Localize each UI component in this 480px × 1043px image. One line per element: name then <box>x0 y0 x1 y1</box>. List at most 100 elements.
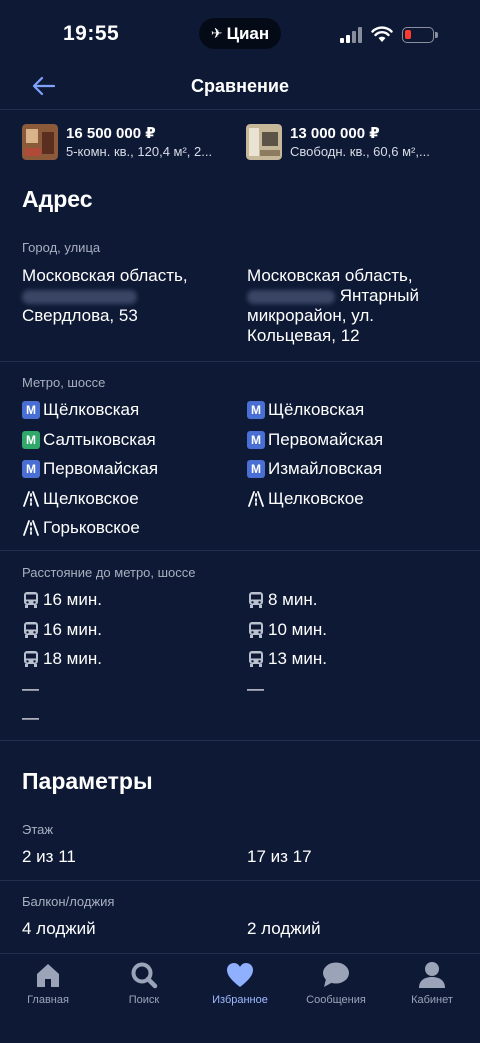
metro-row: M Первомайская <box>22 458 158 480</box>
listing-price: 16 500 000 ₽ <box>66 125 156 142</box>
listing-card-1[interactable]: 16 500 000 ₽ 5-комн. кв., 120,4 м², 2... <box>22 124 236 164</box>
distance-row: 8 мин. <box>247 589 317 611</box>
distance-value: 16 мин. <box>43 590 102 609</box>
metro-row: Щелковское <box>247 488 364 510</box>
bus-icon <box>22 650 40 668</box>
address-col-2: Московская область, Янтарный микрорайон,… <box>247 266 420 345</box>
section-title-params: Параметры <box>22 768 153 794</box>
metro-name: Горьковское <box>43 518 140 537</box>
hidden-address-part <box>247 289 335 304</box>
distance-value: 8 мин. <box>268 590 318 609</box>
metro-row: Щелковское <box>22 488 139 510</box>
distance-row: — <box>247 678 264 700</box>
tab-home[interactable]: Главная <box>0 960 96 1006</box>
metro-icon: M <box>247 460 265 478</box>
metro-row: M Первомайская <box>247 429 383 451</box>
bus-icon <box>22 621 40 639</box>
cian-logo-icon: ✈ <box>210 25 223 41</box>
metro-name: Первомайская <box>268 429 384 449</box>
cellular-signal-icon <box>340 27 364 43</box>
metro-row: M Измайловская <box>247 458 382 480</box>
battery-icon <box>402 27 438 43</box>
metro-row: M Салтыковская <box>22 429 156 451</box>
metro-icon: M <box>22 460 40 478</box>
metro-icon: M <box>22 401 40 419</box>
distance-value: 10 мин. <box>268 619 327 639</box>
listing-card-2[interactable]: 13 000 000 ₽ Свободн. кв., 60,6 м²,... <box>246 124 462 164</box>
bus-icon <box>247 650 265 668</box>
compared-listings: 16 500 000 ₽ 5-комн. кв., 120,4 м², 2...… <box>22 124 462 164</box>
wifi-icon <box>371 26 393 42</box>
distance-label: Расстояние до метро, шоссе <box>22 565 196 580</box>
search-icon <box>131 962 158 989</box>
distance-row: 18 мин. <box>22 648 102 670</box>
highway-icon <box>22 519 40 537</box>
metro-row: M Щёлковская <box>247 399 364 421</box>
metro-name: Первомайская <box>43 459 159 478</box>
divider <box>0 550 480 551</box>
floor-value-1: 2 из 11 <box>22 847 76 866</box>
metro-name: Измайловская <box>268 459 383 478</box>
distance-row: 13 мин. <box>247 648 327 670</box>
tab-messages[interactable]: Сообщения <box>288 960 384 1006</box>
status-bar: 19:55 ✈ Циан <box>0 0 480 70</box>
tab-profile[interactable]: Кабинет <box>384 960 480 1006</box>
tab-bar: Главная Поиск Избранное Сообщения Кабине… <box>0 953 480 1043</box>
distance-row: 16 мин. <box>22 619 102 641</box>
floor-value-2: 17 из 17 <box>247 847 312 866</box>
balcony-value-1: 4 лоджий <box>22 919 96 938</box>
distance-value: 16 мин. <box>43 619 102 639</box>
bus-icon <box>247 591 265 609</box>
listing-photo-2 <box>246 124 282 160</box>
balcony-label: Балкон/лоджия <box>22 894 115 909</box>
listing-price: 13 000 000 ₽ <box>290 125 380 142</box>
metro-label: Метро, шоссе <box>22 375 106 390</box>
island-app-name: Циан <box>226 23 270 43</box>
highway-icon <box>22 490 40 508</box>
listing-summary: 5-комн. кв., 120,4 м², 2... <box>66 144 213 159</box>
profile-icon <box>419 962 445 988</box>
bus-icon <box>22 591 40 609</box>
listing-photo-1 <box>22 124 58 160</box>
hidden-address-part <box>22 289 137 304</box>
divider <box>0 880 480 881</box>
metro-name: Салтыковская <box>43 429 156 449</box>
floor-label: Этаж <box>22 822 54 837</box>
distance-row: — <box>22 678 39 700</box>
chat-icon <box>323 962 349 987</box>
metro-name: Щёлковская <box>43 400 140 419</box>
city-street-label: Город, улица <box>22 240 101 255</box>
balcony-value-2: 2 лоджий <box>247 919 321 938</box>
distance-value: — <box>22 678 39 698</box>
metro-row: Горьковское <box>22 517 140 539</box>
metro-icon: M <box>22 430 40 449</box>
status-time: 19:55 <box>63 22 120 45</box>
dynamic-island: ✈ Циан <box>199 18 281 49</box>
nav-header: Сравнение <box>0 70 480 110</box>
distance-value: 13 мин. <box>268 649 327 668</box>
metro-icon: M <box>247 430 265 449</box>
heart-icon <box>227 963 253 987</box>
divider <box>0 740 480 741</box>
home-icon <box>37 964 59 987</box>
metro-icon: M <box>247 401 265 419</box>
listing-summary: Свободн. кв., 60,6 м²,... <box>290 144 430 159</box>
divider <box>0 361 480 362</box>
bus-icon <box>247 621 265 639</box>
tab-search[interactable]: Поиск <box>96 960 192 1006</box>
distance-row: 16 мин. <box>22 589 102 611</box>
distance-row: — <box>22 707 39 729</box>
metro-name: Щелковское <box>268 488 364 508</box>
distance-value: — <box>247 678 264 698</box>
metro-name: Щёлковская <box>268 400 365 419</box>
distance-value: — <box>22 708 39 727</box>
page-title: Сравнение <box>191 76 289 96</box>
distance-row: 10 мин. <box>247 619 327 641</box>
tab-favorites[interactable]: Избранное <box>192 960 288 1006</box>
distance-value: 18 мин. <box>43 649 102 668</box>
metro-name: Щелковское <box>43 488 139 508</box>
address-col-1: Московская область, Свердлова, 53 <box>22 266 188 325</box>
section-title-address: Адрес <box>22 186 93 212</box>
metro-row: M Щёлковская <box>22 399 139 421</box>
highway-icon <box>247 490 265 508</box>
